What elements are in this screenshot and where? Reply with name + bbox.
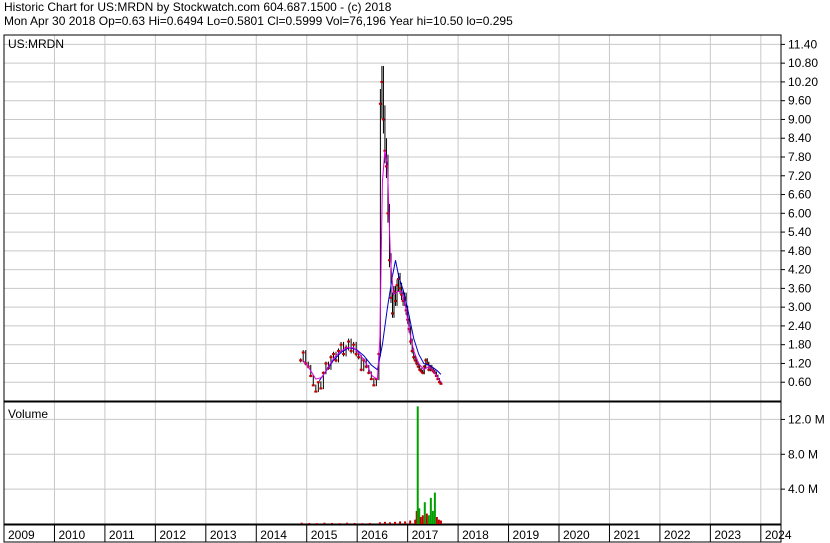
volume-panel-frame [3,401,782,525]
close-marker [439,382,443,385]
price-panel-label: US:MRDN [8,37,64,51]
price-tick-label: 10.80 [788,56,818,70]
close-marker [324,362,328,365]
close-marker [369,378,373,381]
price-tick-label: 7.20 [788,169,812,183]
volume-bar [394,521,397,524]
price-tick-label: 9.00 [788,112,812,126]
price-tick-label: 5.40 [788,225,812,239]
close-marker [316,381,320,384]
volume-bar [399,521,402,524]
date-tick-label: 2011 [109,528,135,542]
volume-bar [433,492,436,524]
volume-bar [300,522,303,524]
close-marker [357,356,361,359]
date-tick-label: 2017 [412,528,439,542]
close-marker [311,384,315,387]
close-marker [347,340,351,343]
date-tick-label: 2021 [613,528,640,542]
volume-bar [423,502,426,524]
volume-bar [346,522,349,524]
date-tick-label: 2015 [311,528,338,542]
volume-bar [388,522,391,524]
volume-bar [409,520,412,524]
volume-bar [308,522,311,524]
volume-bar [437,519,440,524]
price-tick-label: 2.40 [788,319,812,333]
stock-chart: US:MRDN Volume 11.40 10.80 10.20 9.60 9.00 8.… [3,34,825,543]
price-tick-label: 3.00 [788,300,812,314]
close-marker [354,353,358,356]
volume-bar [338,523,341,524]
volume-tick-label: 8.0 M [788,447,818,461]
close-marker [329,356,333,359]
close-marker [309,374,313,377]
date-tick-label: 2019 [513,528,540,542]
price-tick-label: 11.40 [788,37,817,51]
price-tick-label: 8.40 [788,131,812,145]
volume-panel-label: Volume [8,407,48,421]
volume-bar [416,406,419,524]
date-tick-label: 2022 [664,528,691,542]
close-marker [367,371,371,374]
volume-bar [368,522,371,524]
close-marker [342,353,346,356]
price-tick-label: 1.20 [788,356,812,370]
close-marker [334,359,338,362]
date-tick-label: 2013 [210,528,237,542]
close-marker [339,343,343,346]
volume-bar [315,523,318,524]
price-tick-label: 6.00 [788,206,812,220]
volume-bar [429,497,432,524]
volume-bar [419,517,422,524]
price-tick-label: 9.60 [788,94,812,108]
date-tick-label: 2016 [361,528,388,542]
volume-bar [427,515,430,524]
volume-bar [330,522,333,524]
close-marker [319,387,323,390]
date-tick-label: 2012 [159,528,186,542]
price-tick-label: 10.20 [788,75,818,89]
date-tick-label: 2023 [714,528,741,542]
close-marker [349,349,353,352]
close-marker [299,359,303,362]
volume-bar [421,515,424,524]
volume-bar [323,522,326,524]
volume-bar [425,513,428,524]
date-tick-label: 2020 [563,528,590,542]
price-panel-frame [3,34,782,402]
date-tick-label: 2018 [462,528,489,542]
date-tick-label: 2009 [8,528,35,542]
price-tick-label: 3.60 [788,281,812,295]
price-tick-label: 0.60 [788,375,812,389]
fast-moving-average-line [302,150,442,383]
close-marker [314,390,318,393]
date-tick-label: 2024 [765,528,792,542]
volume-bar [383,521,386,524]
volume-bar [435,517,438,524]
volume-bar [439,520,442,524]
volume-bar [404,521,407,524]
volume-bar [361,523,364,524]
date-tick-label: 2014 [260,528,287,542]
price-tick-label: 6.60 [788,188,812,202]
volume-bar [378,522,381,524]
close-marker [359,368,363,371]
date-tick-label: 2010 [58,528,85,542]
volume-tick-label: 12.0 M [788,412,825,426]
price-tick-label: 4.80 [788,244,812,258]
price-tick-label: 7.80 [788,150,812,164]
close-marker [301,351,305,354]
close-marker [372,384,376,387]
close-marker [331,353,335,356]
volume-bar [353,522,356,524]
volume-tick-label: 4.0 M [788,482,818,496]
price-tick-label: 1.80 [788,338,812,352]
close-marker [352,343,356,346]
volume-bar [431,510,434,524]
price-tick-label: 4.20 [788,263,812,277]
